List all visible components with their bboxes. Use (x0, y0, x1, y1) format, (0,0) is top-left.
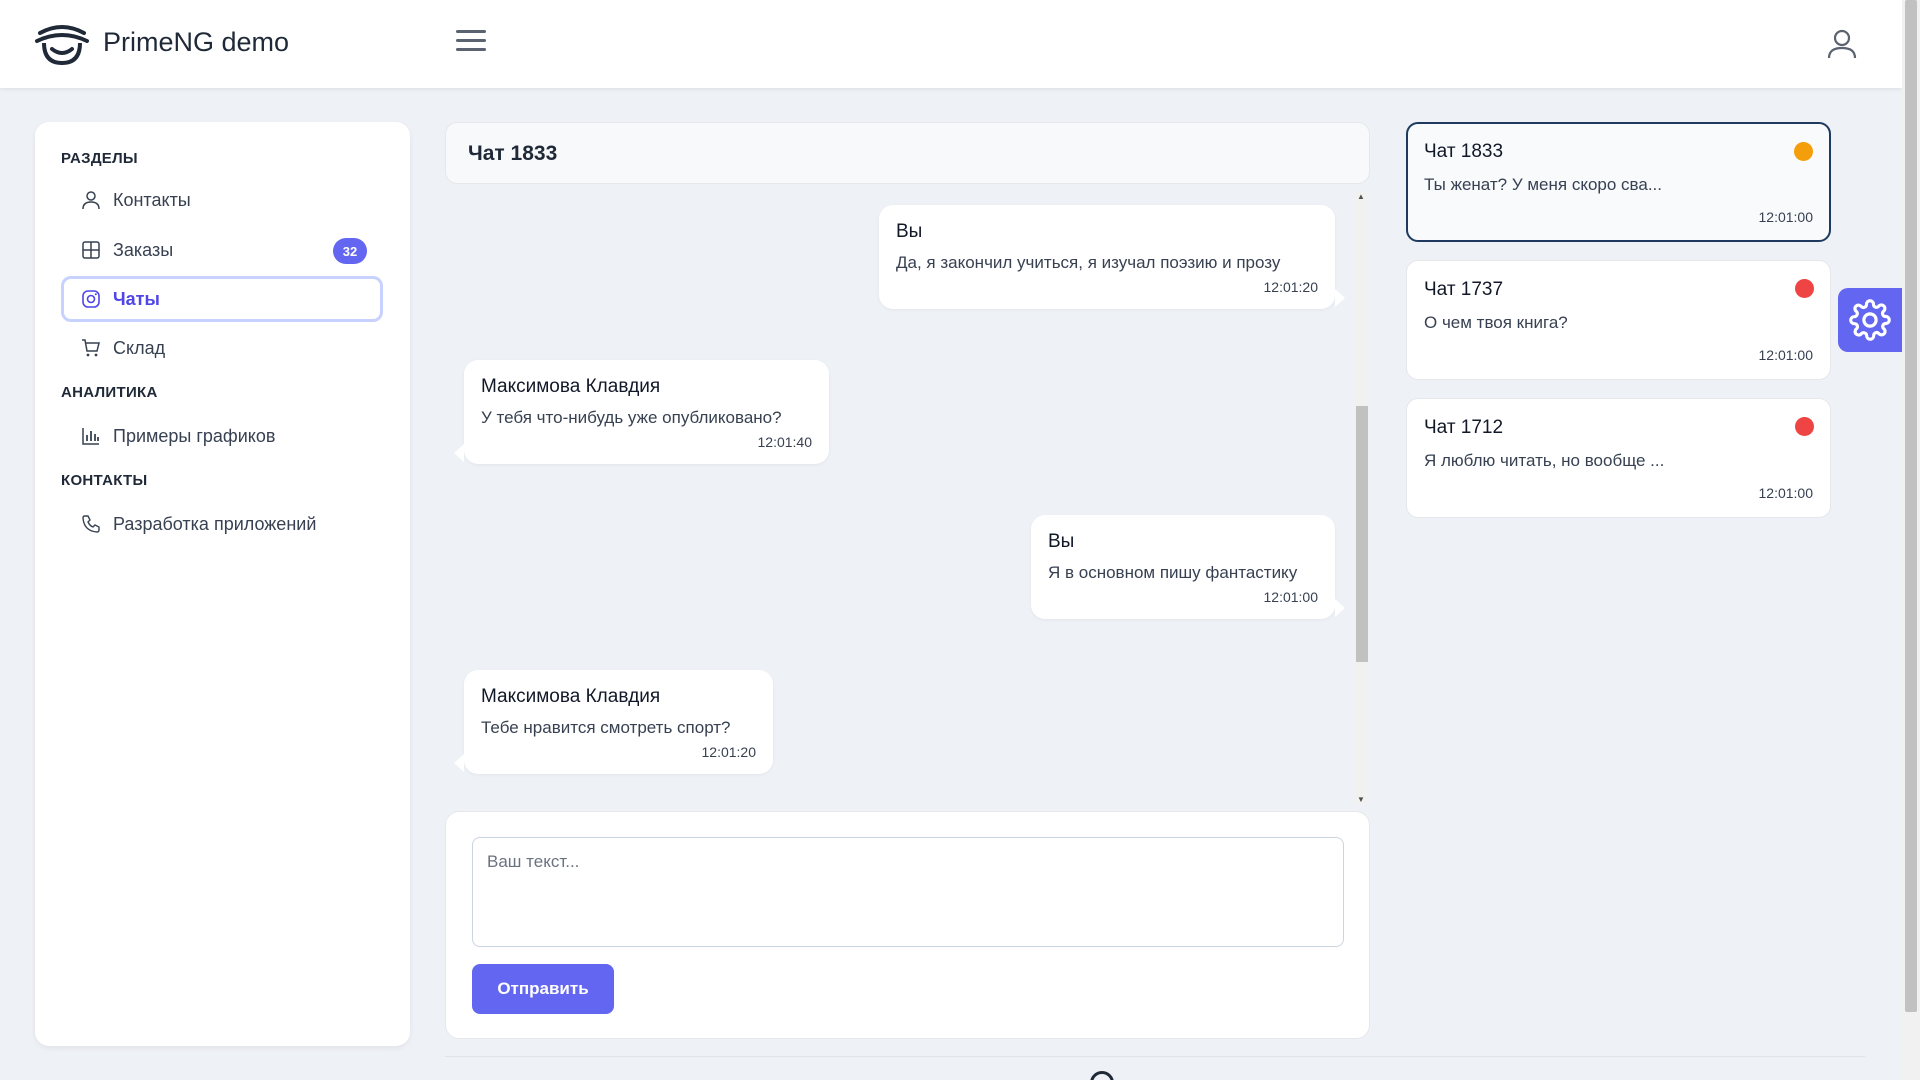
sidebar-item-label: Контакты (113, 189, 191, 210)
message-list: Вы Да, я закончил учиться, я изучал поэз… (445, 192, 1370, 804)
app-title: PrimeNG demo (103, 27, 290, 57)
message-text: У тебя что-нибудь уже опубликовано? (481, 408, 782, 427)
sidebar-item-label: Заказы (113, 239, 174, 260)
message-author: Максимова Клавдия (481, 376, 661, 397)
message-composer: Отправить (445, 811, 1370, 1039)
status-dot (1794, 142, 1813, 161)
scroll-up-icon[interactable]: ▲ (1357, 192, 1365, 201)
sidebar-item-contacts[interactable]: Контакты (61, 177, 383, 223)
topbar: PrimeNG demo (0, 0, 1902, 88)
message-text: Тебе нравится смотреть спорт? (481, 718, 731, 737)
user-profile-icon[interactable] (1826, 28, 1858, 60)
cart-icon (82, 339, 100, 357)
logo-icon[interactable] (34, 19, 90, 67)
page-scrollbar[interactable] (1902, 0, 1920, 1080)
message-author: Максимова Клавдия (481, 686, 661, 707)
status-dot (1795, 417, 1814, 436)
chat-list-preview: Ты женат? У меня скоро сва... (1424, 175, 1662, 194)
chat-list-title: Чат 1833 (1424, 141, 1504, 162)
message-time: 12:01:40 (757, 434, 813, 450)
sidebar-item-label: Чаты (113, 288, 160, 309)
chat-list-item[interactable]: Чат 1737 О чем твоя книга? 12:01:00 (1406, 260, 1831, 380)
hamburger-icon (456, 30, 486, 33)
section-title-analytics: АНАЛИТИКА (61, 384, 158, 401)
sidebar-item-orders[interactable]: Заказы 32 (61, 227, 383, 273)
status-dot (1795, 279, 1814, 298)
instagram-icon (82, 290, 100, 308)
message-time: 12:01:20 (701, 744, 757, 760)
settings-button[interactable] (1838, 288, 1902, 352)
sidebar-item-label: Примеры графиков (113, 425, 276, 446)
message-text: Да, я закончил учиться, я изучал поэзию … (896, 253, 1281, 272)
menu-toggle-button[interactable] (456, 30, 486, 56)
chat-list-item[interactable]: Чат 1712 Я люблю читать, но вообще ... 1… (1406, 398, 1831, 518)
chat-list-preview: Я люблю читать, но вообще ... (1424, 451, 1665, 470)
scroll-down-icon[interactable]: ▼ (1357, 795, 1365, 804)
chat-list-title: Чат 1737 (1424, 279, 1504, 300)
footer-logo-icon (1090, 1071, 1114, 1080)
orders-count-badge: 32 (333, 238, 367, 264)
section-title-razdely: РАЗДЕЛЫ (61, 150, 138, 167)
message-author: Вы (896, 221, 923, 242)
message-time: 12:01:00 (1263, 589, 1319, 605)
sidebar-item-charts[interactable]: Примеры графиков (61, 413, 383, 459)
sidebar-item-label: Склад (113, 337, 166, 358)
message-text: Я в основном пишу фантастику (1048, 563, 1298, 582)
message-bubble: Максимова Клавдия Тебе нравится смотреть… (454, 670, 773, 774)
chat-list-item[interactable]: Чат 1833 Ты женат? У меня скоро сва... 1… (1406, 122, 1831, 242)
sidebar-item-app-development[interactable]: Разработка приложений (61, 501, 383, 547)
chat-title: Чат 1833 (445, 122, 1370, 184)
footer-divider (445, 1056, 1865, 1057)
sidebar-item-warehouse[interactable]: Склад (61, 325, 383, 371)
chart-bar-icon (82, 428, 99, 445)
user-icon (82, 191, 100, 210)
section-title-contacts: КОНТАКТЫ (61, 472, 148, 489)
sidebar-item-label: Разработка приложений (113, 513, 317, 534)
message-scrollbar[interactable]: ▲ ▼ (1354, 192, 1368, 804)
table-icon (82, 241, 100, 259)
message-bubble: Максимова Клавдия У тебя что-нибудь уже … (454, 360, 829, 464)
chat-list-time: 12:01:00 (1758, 485, 1814, 501)
message-bubble: Вы Я в основном пишу фантастику 12:01:00 (1031, 515, 1345, 619)
chat-list-time: 12:01:00 (1758, 209, 1814, 225)
chat-list-preview: О чем твоя книга? (1424, 313, 1568, 332)
chat-list-time: 12:01:00 (1758, 347, 1814, 363)
sidebar: РАЗДЕЛЫ Контакты Заказы 32 Чаты Склад АН… (35, 122, 410, 1046)
chat-list-title: Чат 1712 (1424, 417, 1504, 438)
message-author: Вы (1048, 531, 1075, 552)
sidebar-item-chats[interactable]: Чаты (61, 276, 383, 322)
gear-icon (1849, 299, 1891, 341)
phone-icon (82, 515, 100, 533)
send-button[interactable]: Отправить (472, 964, 614, 1014)
message-bubble: Вы Да, я закончил учиться, я изучал поэз… (879, 205, 1345, 309)
message-input[interactable] (472, 837, 1344, 947)
message-time: 12:01:20 (1263, 279, 1319, 295)
